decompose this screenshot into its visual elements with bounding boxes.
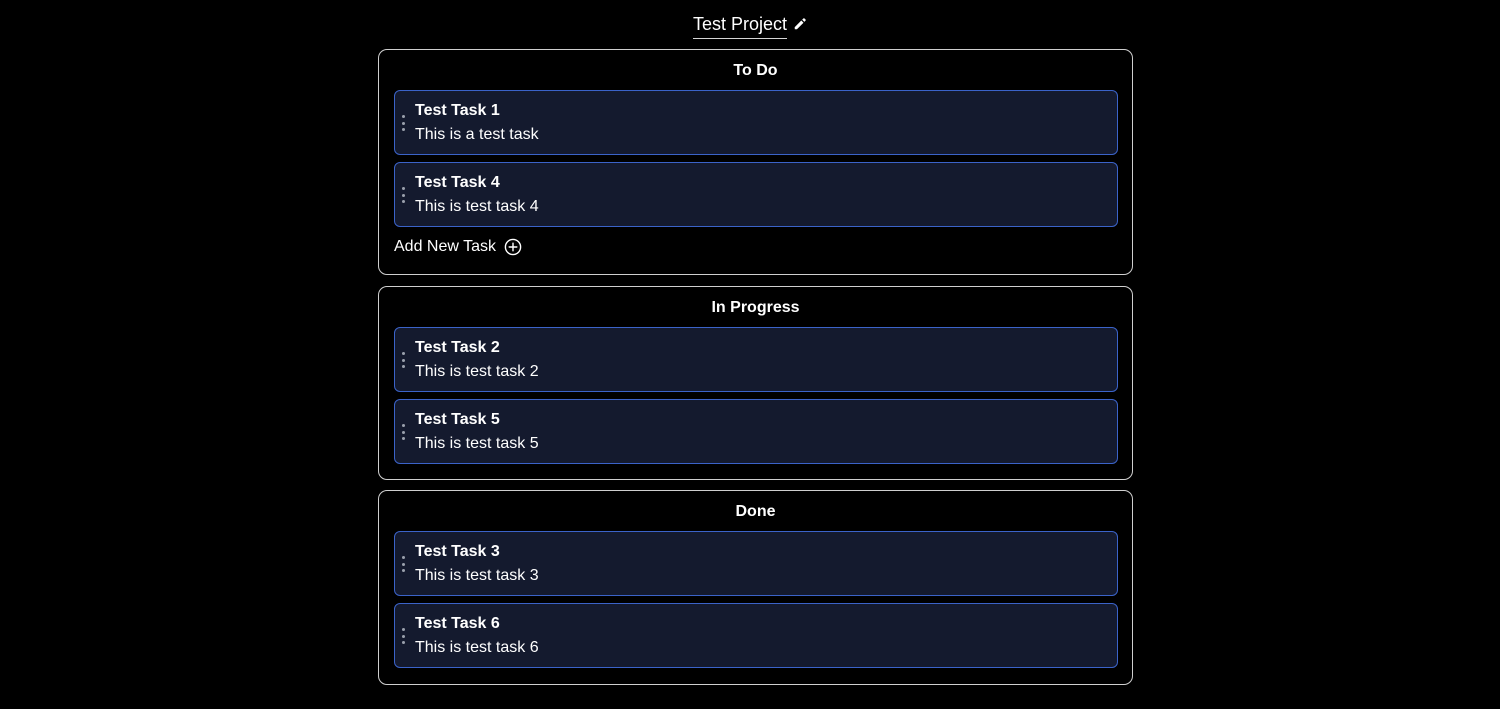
task-description: This is test task 5 [415,435,539,452]
task-name: Test Task 4 [415,174,500,191]
task-card[interactable]: Test Task 4 This is test task 4 [394,162,1118,227]
drag-handle-icon[interactable] [401,352,405,368]
task-description: This is a test task [415,126,539,143]
task-card[interactable]: Test Task 1 This is a test task [394,90,1118,155]
pencil-icon[interactable] [793,17,807,31]
column-title: Done [735,503,776,520]
task-card[interactable]: Test Task 5 This is test task 5 [394,399,1118,464]
add-new-task-label: Add New Task [394,238,496,255]
task-description: This is test task 6 [415,639,539,656]
column-title: To Do [733,62,778,79]
task-description: This is test task 4 [415,198,539,215]
task-name: Test Task 1 [415,102,500,119]
column-in-progress: In Progress Test Task 2 This is test tas… [378,286,1133,480]
task-name: Test Task 2 [415,339,500,356]
task-card[interactable]: Test Task 3 This is test task 3 [394,531,1118,596]
column-title: In Progress [711,299,800,316]
drag-handle-icon[interactable] [401,556,405,572]
task-name: Test Task 6 [415,615,500,632]
task-card[interactable]: Test Task 6 This is test task 6 [394,603,1118,668]
task-card[interactable]: Test Task 2 This is test task 2 [394,327,1118,392]
kanban-board-page: Test Project To Do Test Task 1 This is a… [0,0,1500,709]
add-new-task-button[interactable]: Add New Task [394,236,522,258]
task-name: Test Task 5 [415,411,500,428]
task-description: This is test task 2 [415,363,539,380]
column-done: Done Test Task 3 This is test task 3 Tes… [378,490,1133,685]
drag-handle-icon[interactable] [401,424,405,440]
drag-handle-icon[interactable] [401,628,405,644]
task-description: This is test task 3 [415,567,539,584]
drag-handle-icon[interactable] [401,115,405,131]
drag-handle-icon[interactable] [401,187,405,203]
project-header: Test Project [0,12,1500,40]
plus-circle-icon[interactable] [504,238,522,256]
task-name: Test Task 3 [415,543,500,560]
column-to-do: To Do Test Task 1 This is a test task Te… [378,49,1133,275]
project-title[interactable]: Test Project [692,13,788,39]
